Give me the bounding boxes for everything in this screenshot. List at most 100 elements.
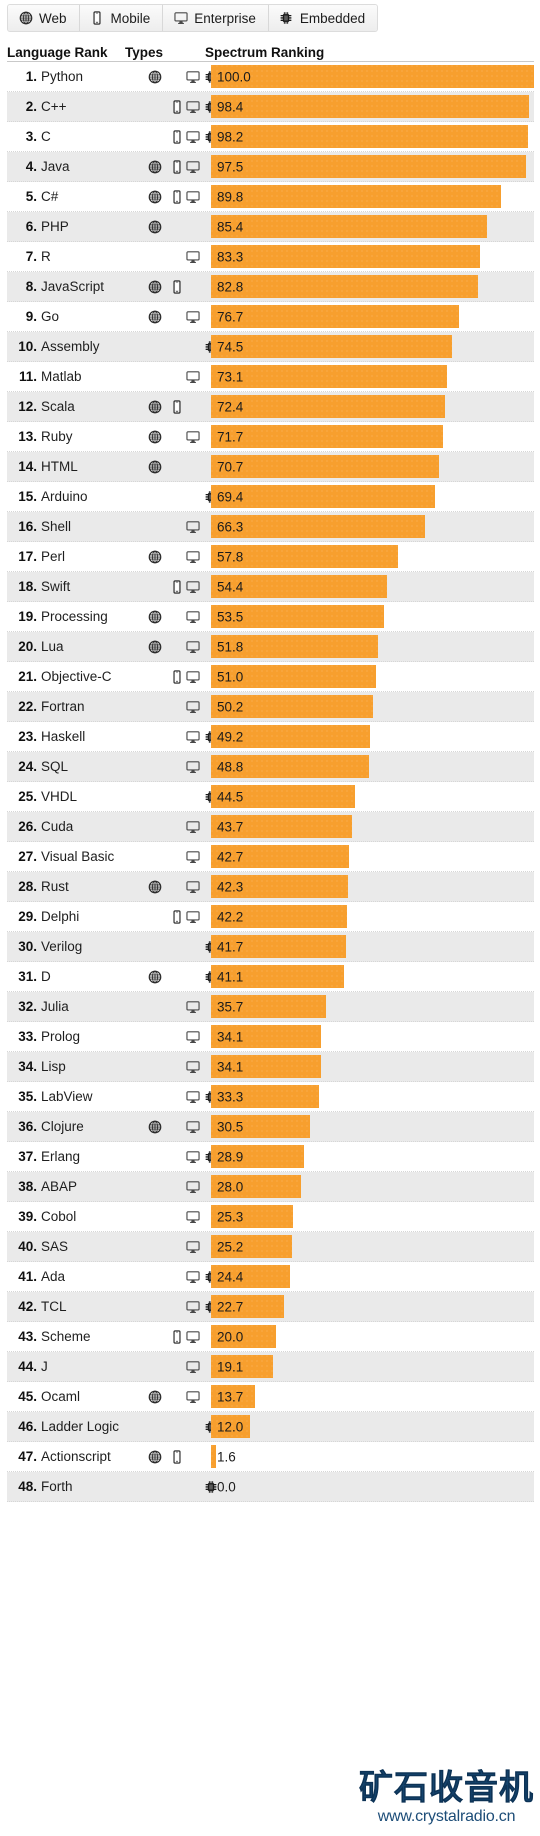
table-row[interactable]: 13. Ruby 71.7 xyxy=(7,422,534,452)
row-score-value: 72.4 xyxy=(217,399,244,414)
table-row[interactable]: 43. Scheme 20.0 xyxy=(7,1322,534,1352)
table-row[interactable]: 16. Shell 66.3 xyxy=(7,512,534,542)
phone-icon xyxy=(169,158,185,176)
row-types xyxy=(129,452,211,481)
table-row[interactable]: 28. Rust 42.3 xyxy=(7,872,534,902)
table-row[interactable]: 14. HTML 70.7 xyxy=(7,452,534,482)
table-row[interactable]: 40. SAS 25.2 xyxy=(7,1232,534,1262)
globe-icon xyxy=(147,638,163,656)
table-row[interactable]: 35. LabView 33.3 xyxy=(7,1082,534,1112)
table-row[interactable]: 45. Ocaml 13.7 xyxy=(7,1382,534,1412)
table-row[interactable]: 42. TCL 22.7 xyxy=(7,1292,534,1322)
table-row[interactable]: 11. Matlab 73.1 xyxy=(7,362,534,392)
table-row[interactable]: 36. Clojure 30.5 xyxy=(7,1112,534,1142)
table-row[interactable]: 3. C 98.2 xyxy=(7,122,534,152)
tab-enterprise[interactable]: Enterprise xyxy=(163,5,269,31)
table-row[interactable]: 27. Visual Basic 42.7 xyxy=(7,842,534,872)
table-row[interactable]: 47. Actionscript 1.6 xyxy=(7,1442,534,1472)
tab-mobile[interactable]: Mobile xyxy=(79,5,164,31)
row-language-name: Forth xyxy=(41,1479,73,1494)
monitor-icon xyxy=(185,1118,201,1136)
row-language-name: SAS xyxy=(41,1239,69,1254)
table-row[interactable]: 37. Erlang 28.9 xyxy=(7,1142,534,1172)
table-row[interactable]: 17. Perl 57.8 xyxy=(7,542,534,572)
bar-fill xyxy=(211,125,529,148)
row-rank: 5. xyxy=(25,189,37,204)
row-spectrum-bar-cell: 72.4 xyxy=(211,392,534,421)
row-language-name: Actionscript xyxy=(41,1449,111,1464)
row-rank: 12. xyxy=(18,399,37,414)
monitor-icon xyxy=(185,908,201,926)
table-row[interactable]: 10. Assembly 74.5 xyxy=(7,332,534,362)
row-score-value: 69.4 xyxy=(217,489,244,504)
table-row[interactable]: 9. Go 76.7 xyxy=(7,302,534,332)
table-row[interactable]: 30. Verilog 41.7 xyxy=(7,932,534,962)
table-row[interactable]: 15. Arduino 69.4 xyxy=(7,482,534,512)
table-row[interactable]: 25. VHDL 44.5 xyxy=(7,782,534,812)
monitor-icon xyxy=(185,98,201,116)
table-row[interactable]: 46. Ladder Logic 12.0 xyxy=(7,1412,534,1442)
row-score-value: 12.0 xyxy=(217,1419,244,1434)
row-rank: 25. xyxy=(18,789,37,804)
row-rank: 2. xyxy=(25,99,37,114)
tab-embedded[interactable]: Embedded xyxy=(268,5,378,31)
row-spectrum-bar-cell: 54.4 xyxy=(211,572,534,601)
table-row[interactable]: 39. Cobol 25.3 xyxy=(7,1202,534,1232)
row-language-name: C xyxy=(41,129,51,144)
table-row[interactable]: 4. Java 97.5 xyxy=(7,152,534,182)
monitor-icon xyxy=(185,758,201,776)
table-row[interactable]: 44. J 19.1 xyxy=(7,1352,534,1382)
table-row[interactable]: 5. C# 89.8 xyxy=(7,182,534,212)
row-language-name: Clojure xyxy=(41,1119,84,1134)
table-row[interactable]: 24. SQL 48.8 xyxy=(7,752,534,782)
table-row[interactable]: 1. Python 100.0 xyxy=(7,62,534,92)
table-row[interactable]: 34. Lisp 34.1 xyxy=(7,1052,534,1082)
table-row[interactable]: 23. Haskell 49.2 xyxy=(7,722,534,752)
table-row[interactable]: 48. Forth 0.0 xyxy=(7,1472,534,1502)
table-row[interactable]: 6. PHP 85.4 xyxy=(7,212,534,242)
row-rank: 11. xyxy=(18,369,37,384)
language-ranking-table: Language Rank Types Spectrum Ranking 1. P… xyxy=(7,42,534,1502)
table-row[interactable]: 21. Objective-C 51.0 xyxy=(7,662,534,692)
row-rank: 8. xyxy=(25,279,37,294)
row-rank: 48. xyxy=(18,1479,37,1494)
phone-icon xyxy=(169,188,185,206)
column-header-language-rank: Language Rank xyxy=(7,45,108,60)
table-row[interactable]: 32. Julia 35.7 xyxy=(7,992,534,1022)
table-row[interactable]: 19. Processing 53.5 xyxy=(7,602,534,632)
row-score-value: 30.5 xyxy=(217,1119,244,1134)
bar-track xyxy=(211,1415,534,1438)
globe-icon xyxy=(147,158,163,176)
table-row[interactable]: 2. C++ 98.4 xyxy=(7,92,534,122)
table-row[interactable]: 26. Cuda 43.7 xyxy=(7,812,534,842)
watermark-url: www.crystalradio.cn xyxy=(377,1808,516,1825)
row-language-name: Assembly xyxy=(41,339,100,354)
bar-track xyxy=(211,185,534,208)
table-row[interactable]: 41. Ada 24.4 xyxy=(7,1262,534,1292)
table-row[interactable]: 33. Prolog 34.1 xyxy=(7,1022,534,1052)
table-row[interactable]: 38. ABAP 28.0 xyxy=(7,1172,534,1202)
monitor-icon xyxy=(185,518,201,536)
monitor-icon xyxy=(185,848,201,866)
row-spectrum-bar-cell: 19.1 xyxy=(211,1352,534,1381)
table-row[interactable]: 8. JavaScript 82.8 xyxy=(7,272,534,302)
bar-fill xyxy=(211,215,487,238)
table-row[interactable]: 18. Swift 54.4 xyxy=(7,572,534,602)
row-spectrum-bar-cell: 25.2 xyxy=(211,1232,534,1261)
row-language-name: Erlang xyxy=(41,1149,81,1164)
globe-icon xyxy=(147,1118,163,1136)
table-row[interactable]: 20. Lua 51.8 xyxy=(7,632,534,662)
table-row[interactable]: 22. Fortran 50.2 xyxy=(7,692,534,722)
row-spectrum-bar-cell: 12.0 xyxy=(211,1412,534,1441)
type-filter-tabs[interactable]: Web Mobile Enterprise Embedded xyxy=(7,4,379,32)
row-score-value: 34.1 xyxy=(217,1029,244,1044)
tab-label: Embedded xyxy=(299,10,366,26)
tab-web[interactable]: Web xyxy=(8,5,80,31)
bar-track xyxy=(211,1355,534,1378)
table-row[interactable]: 7. R 83.3 xyxy=(7,242,534,272)
table-row[interactable]: 29. Delphi 42.2 xyxy=(7,902,534,932)
table-row[interactable]: 12. Scala 72.4 xyxy=(7,392,534,422)
table-row[interactable]: 31. D 41.1 xyxy=(7,962,534,992)
row-language-name: Julia xyxy=(41,999,69,1014)
row-spectrum-bar-cell: 89.8 xyxy=(211,182,534,211)
